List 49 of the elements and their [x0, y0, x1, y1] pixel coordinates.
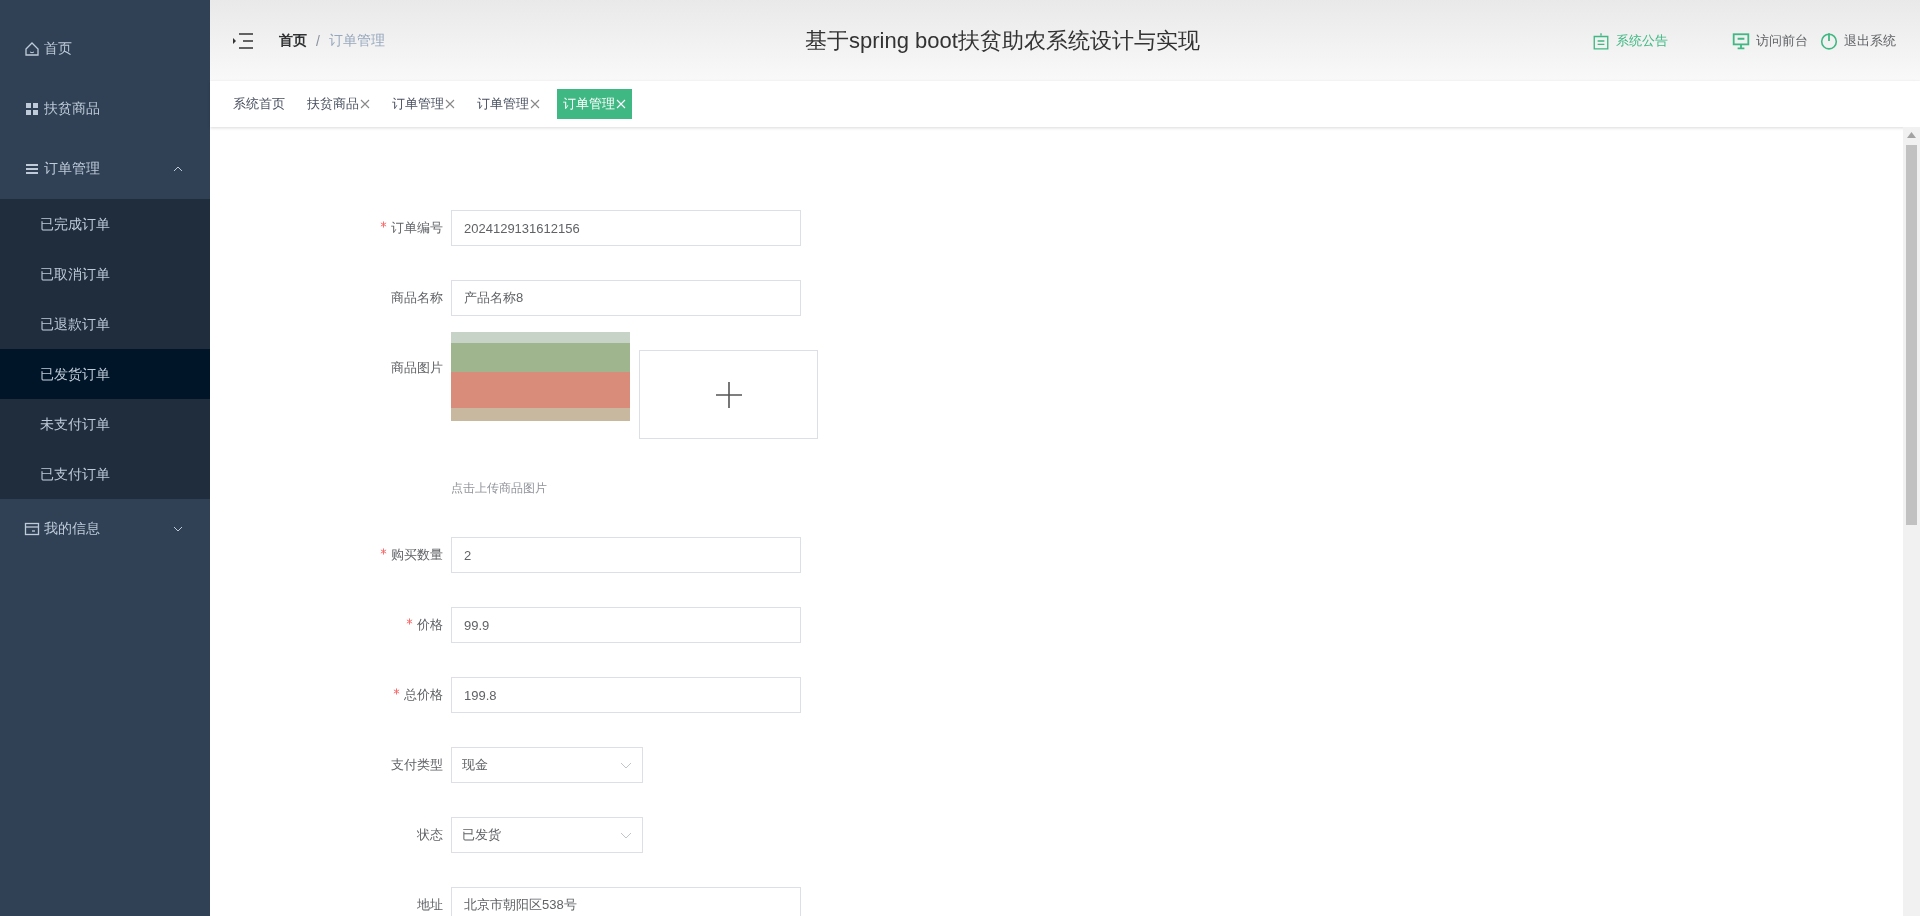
header-link[interactable]: 退出系统 — [1844, 31, 1896, 50]
header-link[interactable]: 访问前台 — [1756, 31, 1808, 50]
submenu-item[interactable]: 已发货订单 — [0, 349, 210, 399]
list-icon — [24, 161, 40, 177]
field-label: 状态 — [417, 827, 443, 842]
field-label: 商品图片 — [391, 360, 443, 375]
text-field[interactable]: 199.8 — [451, 677, 801, 713]
power-icon[interactable] — [1820, 31, 1838, 50]
submenu-item[interactable]: 已支付订单 — [0, 449, 210, 499]
submenu-item[interactable]: 已完成订单 — [0, 199, 210, 249]
home-icon — [24, 41, 40, 57]
scroll-up-icon[interactable] — [1907, 132, 1916, 138]
sidebar-item[interactable]: 订单管理 — [0, 139, 210, 199]
breadcrumb-item: 订单管理 — [328, 31, 385, 50]
field-label: 订单编号 — [391, 220, 443, 235]
text-field[interactable]: 99.9 — [451, 607, 801, 643]
system-title: 基于spring boot扶贫助农系统设计与实现 — [804, 26, 1201, 55]
plus-icon — [714, 380, 743, 409]
submenu-item[interactable]: 已退款订单 — [0, 299, 210, 349]
close-icon[interactable] — [445, 99, 455, 109]
sidebar-item[interactable]: 我的信息 — [0, 499, 210, 559]
upload-hint: 点击上传商品图片 — [451, 480, 548, 497]
grid-icon — [24, 101, 40, 117]
select-field[interactable]: 已发货 — [451, 817, 643, 853]
sidebar-item[interactable]: 首页 — [0, 19, 210, 79]
monitor-icon[interactable] — [1732, 31, 1750, 50]
text-field[interactable]: 产品名称8 — [451, 280, 801, 316]
menu-icon[interactable] — [232, 31, 254, 50]
close-icon[interactable] — [360, 99, 370, 109]
field-label: 价格 — [417, 617, 443, 632]
field-label: 购买数量 — [391, 547, 443, 562]
sidebar-item[interactable]: 扶贫商品 — [0, 79, 210, 139]
close-icon[interactable] — [530, 99, 540, 109]
notice-icon[interactable] — [1592, 31, 1610, 50]
text-field[interactable]: 2024129131612156 — [451, 210, 801, 246]
card-icon — [24, 521, 40, 537]
submenu-item[interactable]: 未支付订单 — [0, 399, 210, 449]
submenu-item[interactable]: 已取消订单 — [0, 249, 210, 299]
breadcrumb-separator: / — [316, 32, 320, 49]
scrollbar[interactable] — [1903, 127, 1920, 916]
text-field[interactable]: 2 — [451, 537, 801, 573]
select-field[interactable]: 现金 — [451, 747, 643, 783]
upload-button[interactable] — [639, 350, 818, 439]
field-label: 地址 — [417, 897, 443, 912]
breadcrumb-item[interactable]: 首页 — [279, 31, 307, 50]
field-label: 支付类型 — [391, 757, 443, 772]
field-label: 商品名称 — [391, 290, 443, 305]
text-field[interactable]: 北京市朝阳区538号 — [451, 887, 801, 916]
field-label: 总价格 — [404, 687, 443, 702]
